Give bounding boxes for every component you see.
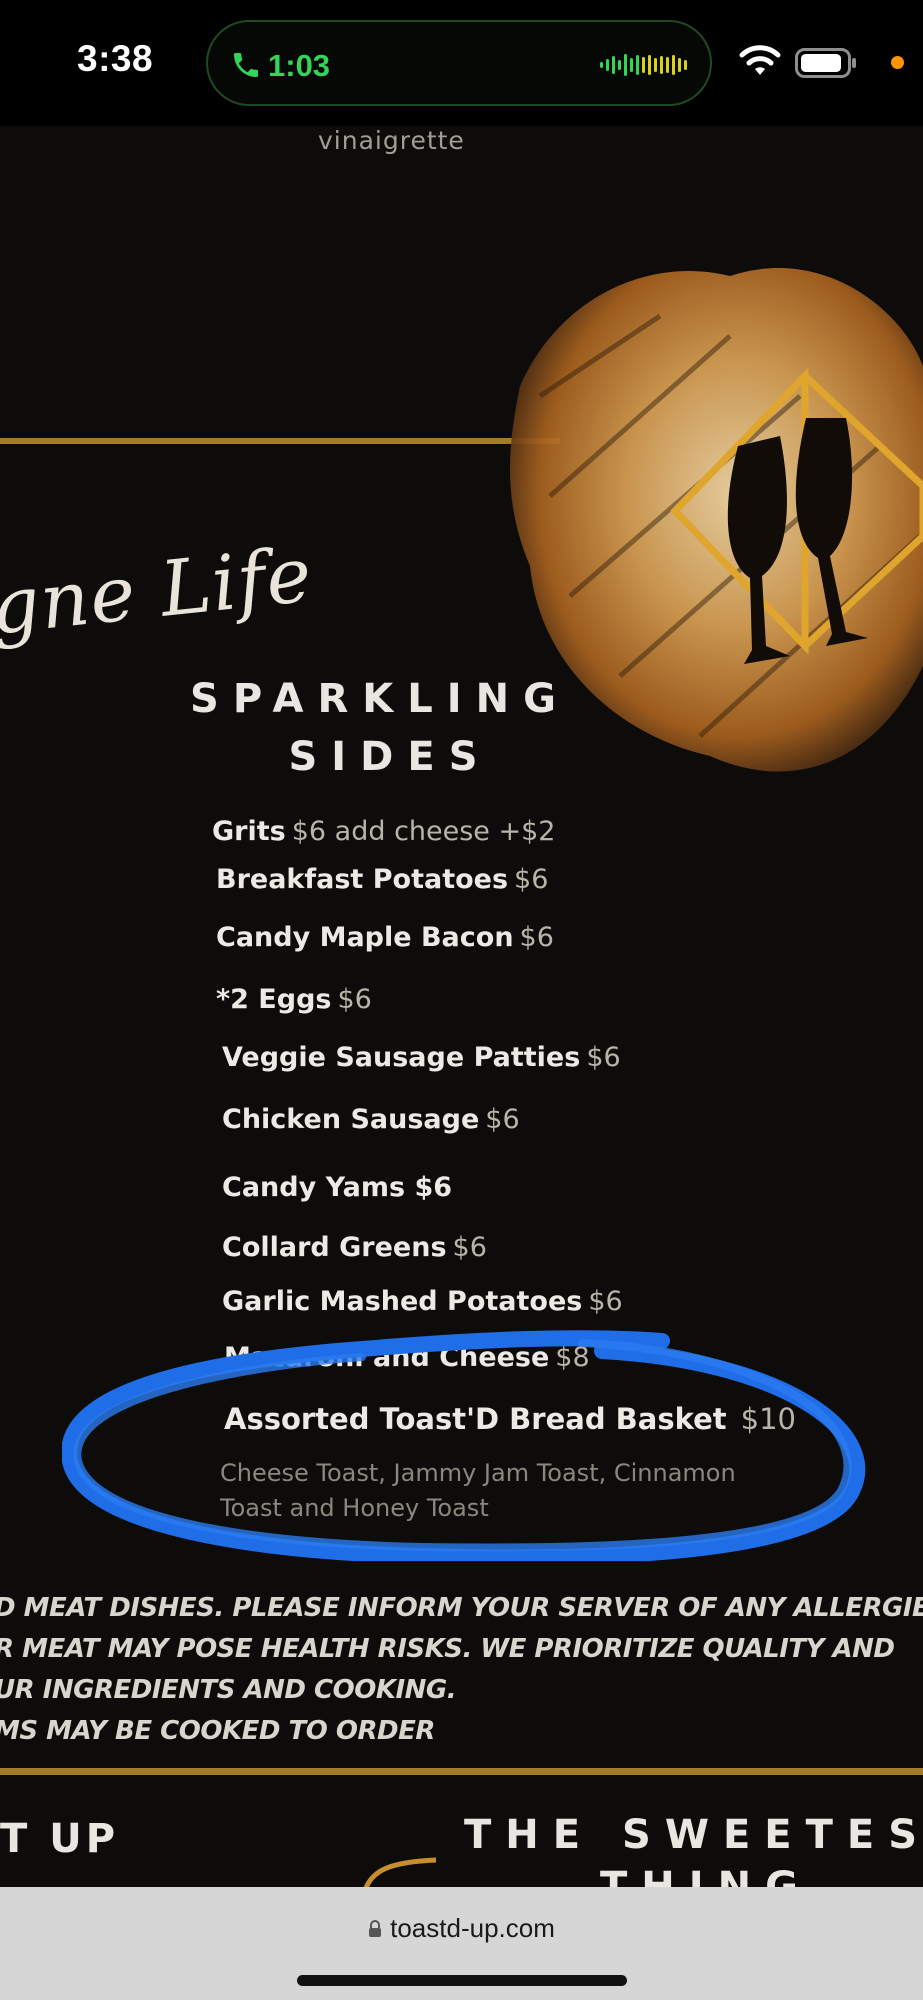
menu-item: Collard Greens $6: [222, 1232, 487, 1263]
active-call-pill[interactable]: 1:03: [206, 20, 712, 106]
call-duration: 1:03: [268, 48, 331, 83]
menu-item-price: $6: [586, 1042, 621, 1073]
menu-item-price: $6 add cheese +$2: [291, 816, 556, 847]
menu-item: Veggie Sausage Patties $6: [222, 1042, 621, 1073]
menu-item-name: Candy Maple Bacon: [216, 922, 514, 953]
menu-item-price: $6: [519, 922, 554, 953]
menu-item-name: *2 Eggs: [216, 984, 332, 1015]
menu-item: Garlic Mashed Potatoes $6: [222, 1286, 623, 1317]
url-display[interactable]: toastd-up.com: [0, 1913, 923, 1944]
menu-page: vinaigrette gne Life SPARKLING SIDES Gri…: [0, 126, 923, 1887]
gold-divider-line: [0, 1768, 923, 1775]
menu-item-name: Candy Yams $6: [222, 1172, 453, 1203]
status-bar: 3:38 1:03: [0, 0, 923, 126]
menu-item-price: $6: [514, 864, 549, 895]
menu-item-name: Breakfast Potatoes: [216, 864, 509, 895]
script-heading: gne Life: [0, 529, 317, 652]
section-title-line2: SIDES: [288, 734, 492, 780]
microphone-in-use-indicator: [891, 56, 904, 69]
menu-item-name: Garlic Mashed Potatoes: [222, 1286, 583, 1317]
section-heading-left: T UP: [0, 1816, 120, 1862]
menu-item-price: $6: [452, 1232, 487, 1263]
wifi-icon: [739, 45, 781, 75]
lock-icon: [369, 1920, 382, 1937]
menu-item-price: $6: [337, 984, 372, 1015]
disclaimer-line: UR INGREDIENTS AND COOKING.: [0, 1675, 457, 1705]
menu-top-text: vinaigrette: [318, 126, 465, 155]
menu-item-price: $6: [485, 1104, 520, 1135]
menu-item-price: $6: [588, 1286, 623, 1317]
menu-item-name: Grits: [212, 816, 286, 847]
menu-item-name: Chicken Sausage: [222, 1104, 480, 1135]
menu-item: Candy Yams $6: [222, 1172, 452, 1203]
url-text: toastd-up.com: [390, 1913, 555, 1943]
menu-item: Candy Maple Bacon $6: [216, 922, 554, 953]
section-heading-right: THE SWEETEST: [464, 1812, 923, 1858]
menu-item-name: Collard Greens: [222, 1232, 447, 1263]
audio-waveform-icon: [600, 54, 687, 76]
section-title-line1: SPARKLING: [190, 676, 570, 722]
disclaimer-line: D MEAT DISHES. PLEASE INFORM YOUR SERVER…: [0, 1593, 923, 1623]
phone-icon: [234, 53, 258, 77]
gold-divider-line: [0, 438, 560, 444]
disclaimer-line: R MEAT MAY POSE HEALTH RISKS. WE PRIORIT…: [0, 1634, 895, 1664]
status-time: 3:38: [77, 38, 154, 79]
menu-item: Breakfast Potatoes $6: [216, 864, 548, 895]
disclaimer-line: MS MAY BE COOKED TO ORDER: [0, 1716, 435, 1746]
battery-icon: [795, 48, 856, 78]
home-indicator[interactable]: [297, 1975, 627, 1986]
menu-item: Grits $6 add cheese +$2: [212, 816, 555, 847]
menu-item-name: Veggie Sausage Patties: [222, 1042, 581, 1073]
hand-drawn-circle-annotation: [62, 1330, 866, 1561]
menu-item: Chicken Sausage $6: [222, 1104, 520, 1135]
allergy-disclaimer: D MEAT DISHES. PLEASE INFORM YOUR SERVER…: [0, 1588, 923, 1752]
gold-curve-ornament: [363, 1857, 437, 1887]
menu-item: *2 Eggs $6: [216, 984, 372, 1015]
section-heading-right-line2: THING: [600, 1864, 812, 1887]
